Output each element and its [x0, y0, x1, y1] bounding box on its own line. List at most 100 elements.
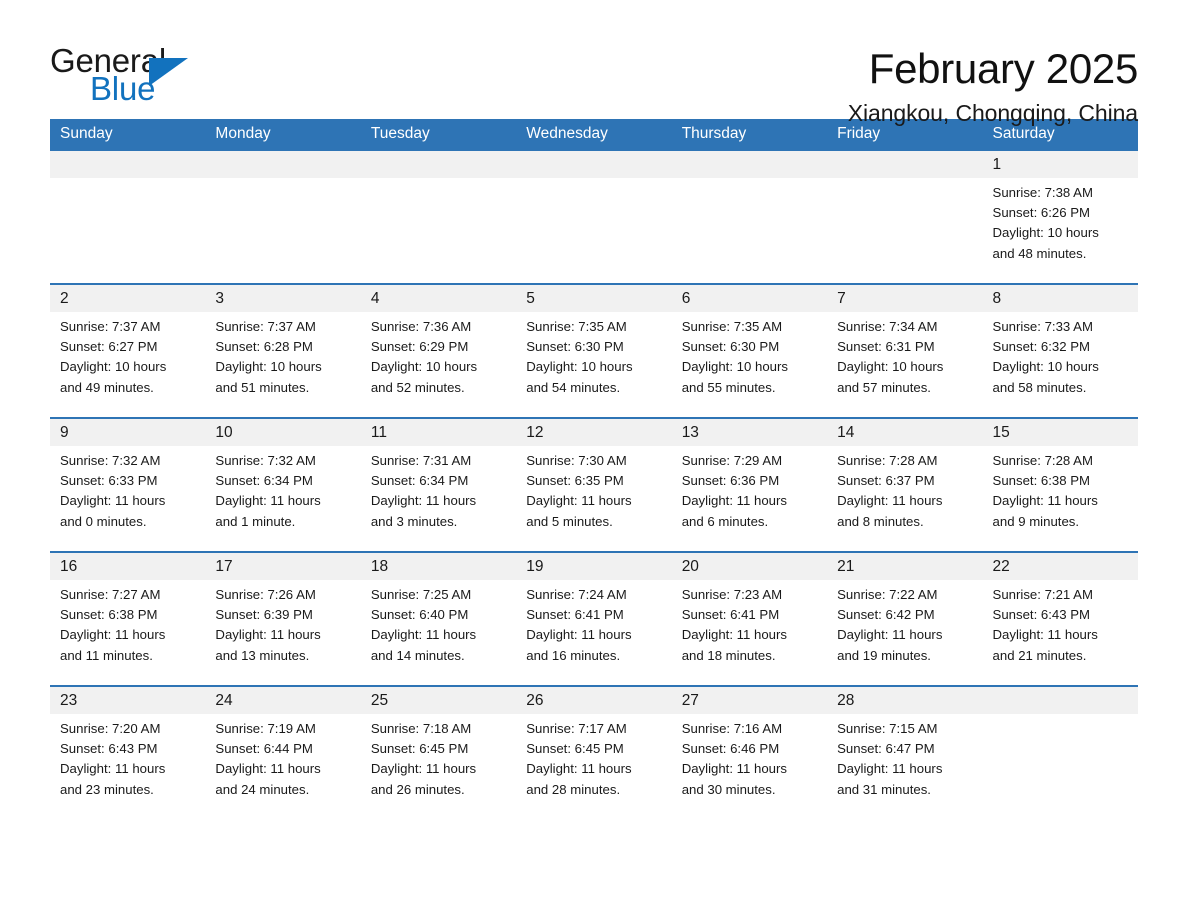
day-detail-line: Sunrise: 7:32 AM [215, 453, 316, 469]
day-detail-line: Sunset: 6:27 PM [60, 339, 158, 355]
generalblue-logo[interactable]: General Blue [50, 44, 200, 110]
day-detail-line: and 6 minutes. [681, 513, 769, 529]
calendar-day-cell[interactable]: 2 Sunrise: 7:37 AM Sunset: 6:27 PM Daylight… [50, 283, 206, 419]
day-detail-line: Sunset: 6:36 PM [681, 473, 780, 489]
calendar-day-cell[interactable]: 8 Sunrise: 7:33 AM Sunset: 6:32 PM Daylight… [982, 283, 1138, 419]
day-detail-line: Daylight: 11 hours [60, 761, 166, 777]
day-detail-line: and 19 minutes. [837, 647, 931, 663]
day-detail-line: Sunset: 6:40 PM [370, 607, 469, 623]
calendar-day-cell[interactable]: 27 Sunrise: 7:16 AM Sunset: 6:46 PM Dayligh… [671, 685, 828, 800]
calendar-day-cell[interactable]: 5 Sunrise: 7:35 AM Sunset: 6:30 PM Daylight… [516, 283, 672, 419]
weekday-header-sunday: Sunday [50, 119, 206, 151]
day-detail-line: and 54 minutes. [526, 379, 621, 395]
day-detail-line: and 5 minutes. [526, 513, 613, 529]
day-number: 9 [50, 419, 206, 447]
day-details: Sunrise: 7:17 AM Sunset: 6:45 PM Daylight:… [516, 714, 671, 800]
day-detail-line: Sunset: 6:37 PM [837, 473, 935, 489]
calendar-day-cell[interactable]: 14 Sunrise: 7:28 AM Sunset: 6:37 PM Dayligh… [827, 417, 983, 553]
day-number: 15 [982, 419, 1138, 447]
calendar-day-cell[interactable]: 26 Sunrise: 7:17 AM Sunset: 6:45 PM Dayligh… [516, 685, 672, 800]
calendar-day-cell[interactable]: 18 Sunrise: 7:25 AM Sunset: 6:40 PM Dayligh… [360, 551, 517, 687]
day-details: Sunrise: 7:22 AM Sunset: 6:42 PM Daylight:… [827, 580, 982, 666]
day-number: 19 [516, 553, 672, 581]
weekday-header-monday: Monday [205, 119, 361, 151]
day-details: Sunrise: 7:32 AM Sunset: 6:34 PM Daylight:… [205, 446, 360, 532]
calendar-day-cell[interactable]: 9 Sunrise: 7:32 AM Sunset: 6:33 PM Daylight… [50, 417, 206, 553]
day-number: 22 [982, 553, 1138, 581]
calendar-day-cell[interactable]: 4 Sunrise: 7:36 AM Sunset: 6:29 PM Daylight… [360, 283, 517, 419]
calendar-day-cell[interactable]: 12 Sunrise: 7:30 AM Sunset: 6:35 PM Dayligh… [516, 417, 672, 553]
calendar-day-cell[interactable]: 10 Sunrise: 7:32 AM Sunset: 6:34 PM Dayligh… [205, 417, 361, 553]
calendar-day-cell[interactable]: 6 Sunrise: 7:35 AM Sunset: 6:30 PM Daylight… [671, 283, 828, 419]
calendar-day-cell[interactable]: 1 Sunrise: 7:38 AM Sunset: 6:26 PM Daylight… [982, 149, 1138, 285]
day-detail-line: and 9 minutes. [992, 513, 1080, 529]
day-number [671, 151, 828, 179]
calendar-day-cell-empty [360, 149, 517, 285]
day-detail-line: Sunrise: 7:21 AM [992, 587, 1093, 603]
day-detail-line: Daylight: 11 hours [837, 627, 943, 643]
calendar-day-cell[interactable]: 24 Sunrise: 7:19 AM Sunset: 6:44 PM Dayligh… [205, 685, 361, 800]
day-details: Sunrise: 7:20 AM Sunset: 6:43 PM Daylight:… [50, 714, 205, 800]
day-details: Sunrise: 7:16 AM Sunset: 6:46 PM Daylight:… [672, 714, 827, 800]
calendar-week-row: 2 Sunrise: 7:37 AM Sunset: 6:27 PM Daylight… [50, 283, 1138, 419]
day-number: 6 [671, 285, 828, 313]
day-detail-line: Sunrise: 7:38 AM [992, 185, 1093, 201]
calendar-day-cell[interactable]: 15 Sunrise: 7:28 AM Sunset: 6:38 PM Dayligh… [982, 417, 1138, 553]
day-detail-line: Sunrise: 7:35 AM [526, 319, 627, 335]
calendar-day-cell[interactable]: 21 Sunrise: 7:22 AM Sunset: 6:42 PM Dayligh… [827, 551, 983, 687]
day-number: 27 [671, 687, 828, 715]
day-number: 14 [827, 419, 983, 447]
day-number: 28 [827, 687, 983, 715]
calendar-day-cell[interactable]: 3 Sunrise: 7:37 AM Sunset: 6:28 PM Daylight… [205, 283, 361, 419]
calendar-day-cell[interactable]: 25 Sunrise: 7:18 AM Sunset: 6:45 PM Dayligh… [360, 685, 517, 800]
day-number [205, 151, 361, 179]
day-details: Sunrise: 7:28 AM Sunset: 6:38 PM Daylight:… [983, 446, 1138, 532]
calendar-day-cell[interactable]: 11 Sunrise: 7:31 AM Sunset: 6:34 PM Dayligh… [360, 417, 517, 553]
day-detail-line: Sunrise: 7:35 AM [681, 319, 783, 335]
day-detail-line: Daylight: 11 hours [215, 627, 321, 643]
day-number: 20 [671, 553, 828, 581]
day-detail-line: and 11 minutes. [60, 647, 153, 663]
day-detail-line: Sunrise: 7:28 AM [992, 453, 1093, 469]
day-detail-line: and 51 minutes. [215, 379, 310, 395]
day-detail-line: Sunset: 6:33 PM [60, 473, 158, 489]
day-detail-line: Sunrise: 7:29 AM [681, 453, 783, 469]
day-details: Sunrise: 7:21 AM Sunset: 6:43 PM Daylight:… [983, 580, 1138, 666]
day-detail-line: and 18 minutes. [681, 647, 776, 663]
calendar-day-cell[interactable]: 22 Sunrise: 7:21 AM Sunset: 6:43 PM Dayligh… [982, 551, 1138, 687]
day-number: 25 [360, 687, 517, 715]
day-detail-line: and 13 minutes. [215, 647, 310, 663]
day-detail-line: and 23 minutes. [60, 781, 154, 797]
day-detail-line: Sunrise: 7:37 AM [60, 319, 161, 335]
day-detail-line: Sunrise: 7:23 AM [681, 587, 783, 603]
day-detail-line: Sunset: 6:34 PM [370, 473, 469, 489]
day-detail-line: and 16 minutes. [526, 647, 621, 663]
day-detail-line: Sunset: 6:38 PM [992, 473, 1091, 489]
day-detail-line: Sunset: 6:30 PM [681, 339, 780, 355]
day-detail-line: Sunset: 6:46 PM [681, 741, 780, 757]
day-details: Sunrise: 7:34 AM Sunset: 6:31 PM Daylight:… [827, 312, 982, 398]
day-details: Sunrise: 7:29 AM Sunset: 6:36 PM Daylight:… [672, 446, 827, 532]
day-detail-line: and 0 minutes. [60, 513, 147, 529]
calendar-week-row: 16 Sunrise: 7:27 AM Sunset: 6:38 PM Dayligh… [50, 551, 1138, 687]
day-detail-line: Daylight: 11 hours [370, 761, 477, 777]
day-detail-line: Sunset: 6:41 PM [681, 607, 780, 623]
calendar-day-cell[interactable]: 7 Sunrise: 7:34 AM Sunset: 6:31 PM Daylight… [827, 283, 983, 419]
calendar-day-cell[interactable]: 19 Sunrise: 7:24 AM Sunset: 6:41 PM Dayligh… [516, 551, 672, 687]
calendar-day-cell[interactable]: 28 Sunrise: 7:15 AM Sunset: 6:47 PM Dayligh… [827, 685, 983, 800]
calendar-day-cell[interactable]: 16 Sunrise: 7:27 AM Sunset: 6:38 PM Dayligh… [50, 551, 206, 687]
day-detail-line: Sunset: 6:41 PM [526, 607, 624, 623]
day-detail-line: and 49 minutes. [60, 379, 154, 395]
day-number: 13 [671, 419, 828, 447]
calendar-day-cell[interactable]: 20 Sunrise: 7:23 AM Sunset: 6:41 PM Dayligh… [671, 551, 828, 687]
calendar-day-cell-empty [982, 685, 1138, 800]
day-detail-line: Sunset: 6:29 PM [370, 339, 469, 355]
calendar-day-cell[interactable]: 17 Sunrise: 7:26 AM Sunset: 6:39 PM Dayligh… [205, 551, 361, 687]
day-detail-line: Sunset: 6:30 PM [526, 339, 624, 355]
day-details: Sunrise: 7:38 AM Sunset: 6:26 PM Daylight:… [983, 178, 1138, 264]
day-number: 24 [205, 687, 361, 715]
day-detail-line: Sunset: 6:28 PM [215, 339, 313, 355]
calendar-day-cell[interactable]: 23 Sunrise: 7:20 AM Sunset: 6:43 PM Dayligh… [50, 685, 206, 800]
calendar-day-cell[interactable]: 13 Sunrise: 7:29 AM Sunset: 6:36 PM Dayligh… [671, 417, 828, 553]
day-number: 10 [205, 419, 361, 447]
